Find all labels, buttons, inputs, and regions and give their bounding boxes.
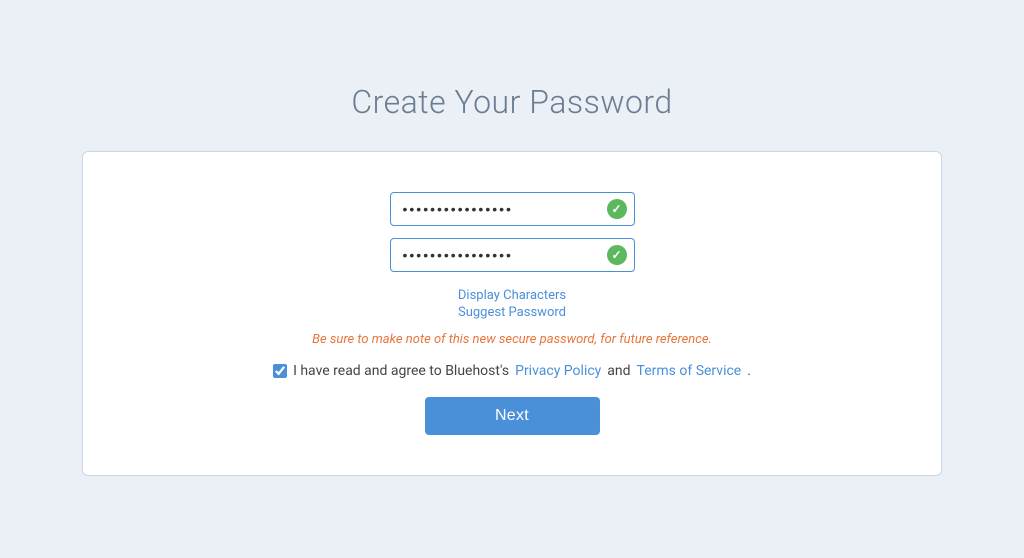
next-button[interactable]: Next [425, 397, 600, 435]
password-input-row [390, 192, 635, 226]
agree-suffix-text: . [747, 363, 751, 379]
display-characters-link[interactable]: Display Characters [458, 288, 566, 303]
agree-prefix-text: I have read and agree to Bluehost's [293, 363, 509, 379]
confirm-password-input-row [390, 238, 635, 272]
agree-checkbox[interactable] [273, 364, 287, 378]
confirm-password-input[interactable] [390, 238, 635, 272]
and-text: and [607, 363, 630, 379]
terms-of-service-link[interactable]: Terms of Service [637, 363, 742, 379]
warning-text: Be sure to make note of this new secure … [312, 332, 712, 347]
password-input[interactable] [390, 192, 635, 226]
form-section: Display Characters Suggest Password Be s… [103, 192, 921, 435]
agree-row: I have read and agree to Bluehost's Priv… [273, 363, 751, 379]
privacy-policy-link[interactable]: Privacy Policy [515, 363, 601, 379]
password-links: Display Characters Suggest Password [458, 288, 566, 322]
password-valid-icon [607, 199, 627, 219]
main-card: Display Characters Suggest Password Be s… [82, 151, 942, 476]
page-title: Create Your Password [351, 83, 672, 121]
suggest-password-link[interactable]: Suggest Password [458, 305, 566, 320]
confirm-valid-icon [607, 245, 627, 265]
